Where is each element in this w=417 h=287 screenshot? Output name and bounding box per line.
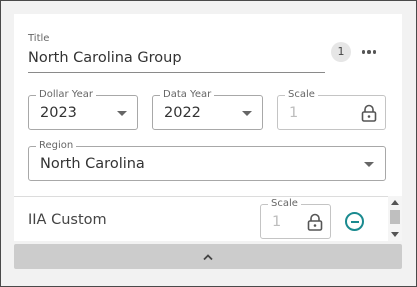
scroll-up-icon[interactable] <box>391 200 399 205</box>
lock-icon[interactable] <box>361 104 377 122</box>
dollar-year-value: 2023 <box>40 105 77 121</box>
group-card: Title North Carolina Group 1 Dollar Year… <box>14 14 402 241</box>
more-horizontal-icon <box>361 50 366 54</box>
collapse-button[interactable] <box>14 244 402 269</box>
title-input[interactable]: North Carolina Group <box>28 50 182 66</box>
count-badge: 1 <box>331 42 351 62</box>
chevron-up-icon <box>203 253 213 260</box>
dollar-year-label: Dollar Year <box>36 89 96 101</box>
chevron-down-icon <box>117 111 127 116</box>
data-year-value: 2022 <box>164 105 201 121</box>
more-horizontal-icon <box>372 50 377 54</box>
more-horizontal-icon <box>367 50 371 54</box>
custom-scale-input: Scale 1 <box>260 198 331 239</box>
region-value: North Carolina <box>40 156 145 172</box>
section-divider <box>14 196 388 197</box>
custom-row-label: IIA Custom <box>28 212 107 228</box>
data-year-select[interactable]: Data Year 2022 <box>152 89 263 130</box>
dollar-year-select[interactable]: Dollar Year 2023 <box>28 89 138 130</box>
more-options-button[interactable] <box>358 42 380 62</box>
scale-label: Scale <box>285 89 318 101</box>
remove-custom-button[interactable] <box>345 212 364 231</box>
scrollbar-thumb[interactable] <box>390 210 400 224</box>
custom-scale-label: Scale <box>268 198 301 210</box>
scroll-down-icon[interactable] <box>391 232 399 237</box>
lock-icon[interactable] <box>307 213 323 231</box>
vertical-scrollbar[interactable] <box>388 196 402 241</box>
data-year-label: Data Year <box>160 89 215 101</box>
title-underline <box>28 72 325 73</box>
chevron-down-icon <box>364 162 374 167</box>
region-label: Region <box>36 140 77 152</box>
scale-value: 1 <box>289 105 299 121</box>
region-select[interactable]: Region North Carolina <box>28 140 386 181</box>
custom-scale-value: 1 <box>272 214 282 230</box>
title-label: Title <box>28 33 50 44</box>
panel-window: Title North Carolina Group 1 Dollar Year… <box>0 0 417 287</box>
scale-input: Scale 1 <box>277 89 386 130</box>
chevron-down-icon <box>242 111 252 116</box>
